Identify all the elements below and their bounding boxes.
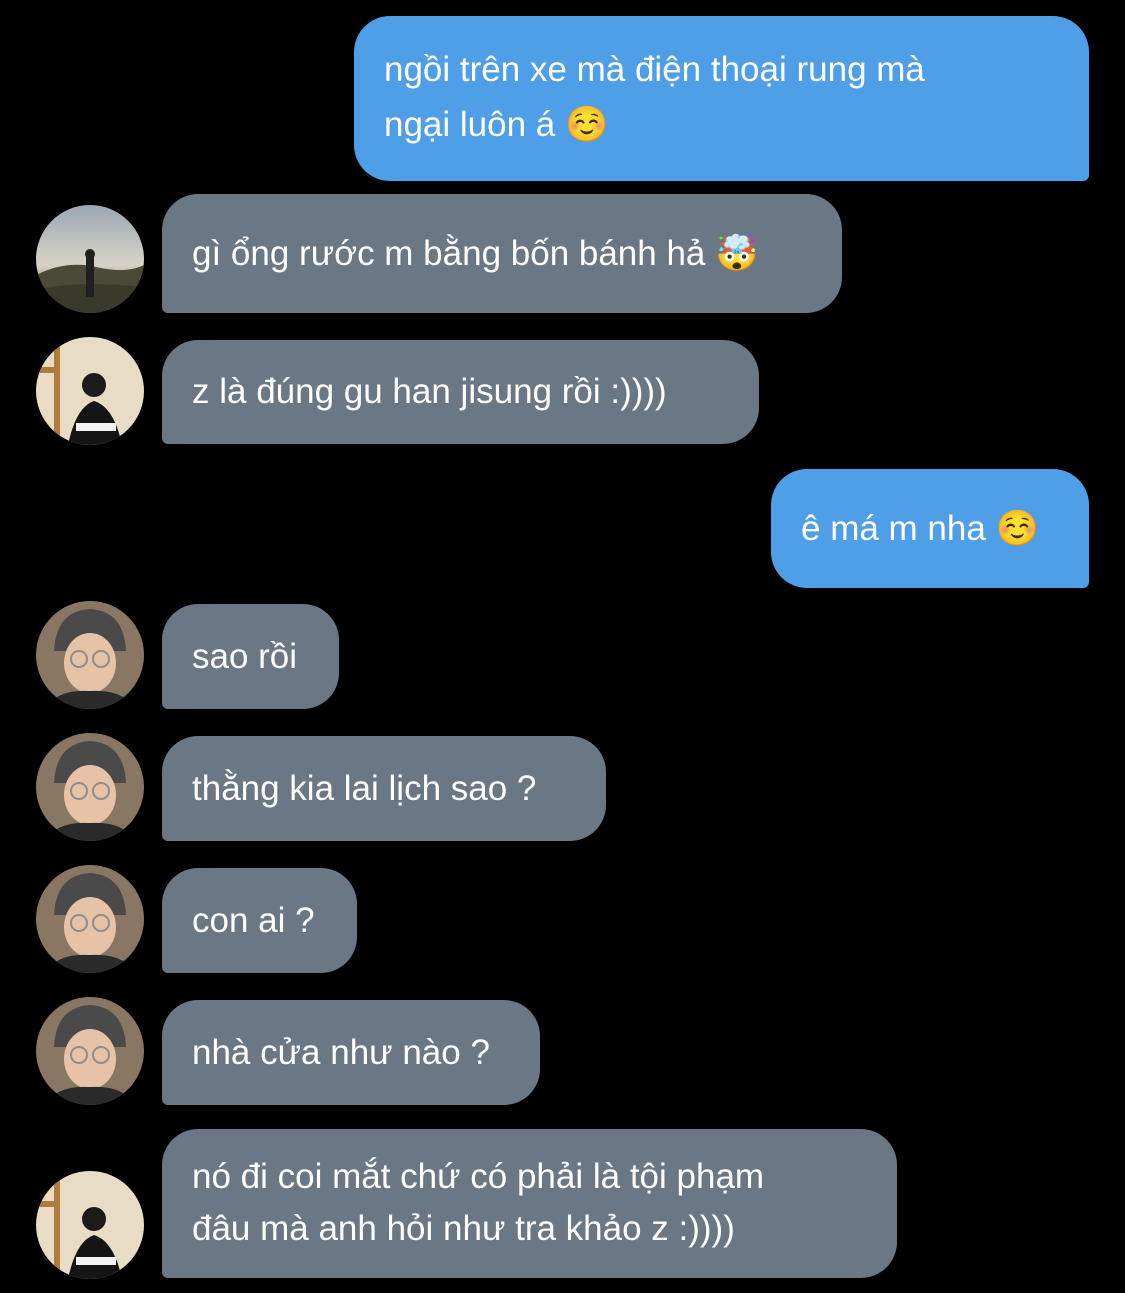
- person-photo-icon: [36, 733, 144, 841]
- message-text-line: con ai ?: [192, 901, 315, 940]
- person-photo-icon: [36, 601, 144, 709]
- incoming-message-bubble[interactable]: thằng kia lai lịch sao ?: [162, 736, 606, 841]
- incoming-message-bubble[interactable]: gì ổng rước m bằng bốn bánh hả 🤯: [162, 194, 842, 313]
- beanie-glasses-avatar[interactable]: [36, 997, 144, 1105]
- landscape-avatar[interactable]: [36, 205, 144, 313]
- message-text-line: đâu mà anh hỏi như tra khảo z :)))): [192, 1209, 735, 1248]
- person-photo-icon: [36, 1171, 144, 1279]
- incoming-message-bubble[interactable]: nhà cửa như nào ?: [162, 1000, 540, 1105]
- message-text-line: sao rồi: [192, 637, 298, 676]
- message-text-line: gì ổng rước m bằng bốn bánh hả 🤯: [192, 234, 759, 273]
- beanie-glasses-avatar[interactable]: [36, 865, 144, 973]
- outgoing-message-bubble[interactable]: ê má m nha ☺️: [771, 469, 1089, 588]
- incoming-message-bubble[interactable]: nó đi coi mắt chứ có phải là tội phạm đâ…: [162, 1129, 897, 1278]
- incoming-message-bubble[interactable]: sao rồi: [162, 604, 339, 709]
- mirror-selfie-avatar[interactable]: [36, 1171, 144, 1279]
- outgoing-message-bubble[interactable]: ngồi trên xe mà điện thoại rung mà ngại …: [354, 16, 1089, 181]
- person-photo-icon: [36, 337, 144, 445]
- message-text-line: ngồi trên xe mà điện thoại rung mà: [384, 50, 925, 89]
- message-text-line: nhà cửa như nào ?: [192, 1033, 490, 1072]
- message-text-line: ê má m nha ☺️: [801, 509, 1040, 548]
- beanie-glasses-avatar[interactable]: [36, 601, 144, 709]
- incoming-message-bubble[interactable]: z là đúng gu han jisung rồi :)))): [162, 340, 759, 444]
- message-text-line: thằng kia lai lịch sao ?: [192, 769, 537, 808]
- message-text-line: nó đi coi mắt chứ có phải là tội phạm: [192, 1157, 765, 1196]
- beanie-glasses-avatar[interactable]: [36, 733, 144, 841]
- message-text-line: z là đúng gu han jisung rồi :)))): [192, 372, 667, 411]
- message-text-line: ngại luôn á ☺️: [384, 105, 609, 144]
- person-photo-icon: [36, 865, 144, 973]
- mirror-selfie-avatar[interactable]: [36, 337, 144, 445]
- incoming-message-bubble[interactable]: con ai ?: [162, 868, 357, 973]
- landscape-photo-icon: [36, 205, 144, 313]
- person-photo-icon: [36, 997, 144, 1105]
